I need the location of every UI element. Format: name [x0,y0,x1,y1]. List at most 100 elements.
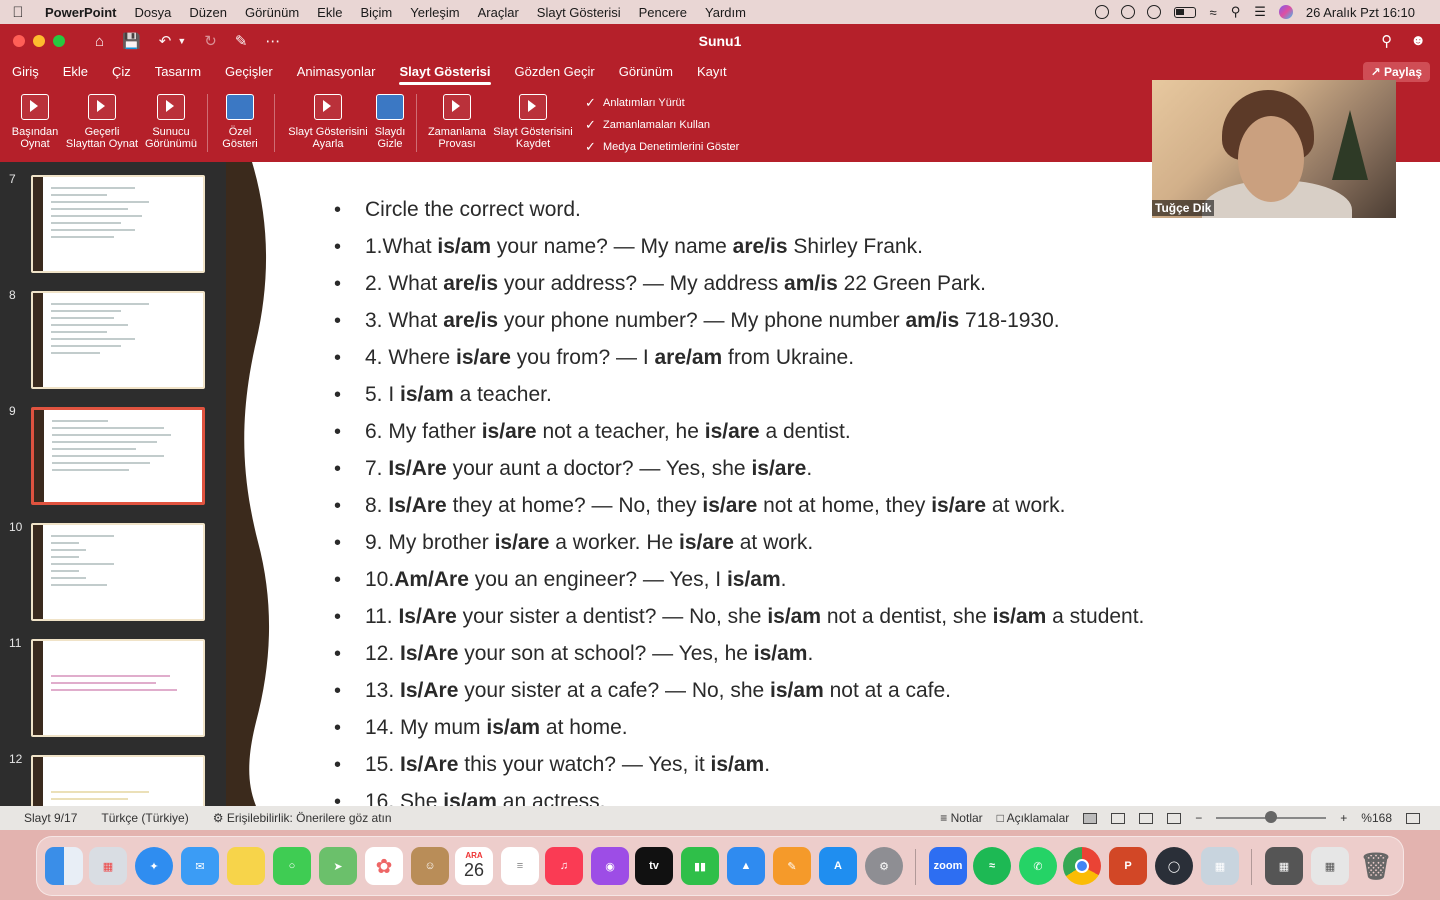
chrome-icon[interactable] [1063,847,1101,885]
messages-icon[interactable]: ○ [273,847,311,885]
language-indicator[interactable]: Türkçe (Türkiye) [89,811,200,825]
zoom-slider-knob[interactable] [1264,811,1277,823]
slide-thumbnail[interactable]: 12 [0,742,226,806]
setup-slideshow-button[interactable]: Slayt Gösterisini Ayarla [284,94,372,150]
preview-icon[interactable]: ▦ [1201,847,1239,885]
apple-icon[interactable]:  [0,4,36,21]
slide-sorter-icon[interactable] [1111,812,1126,824]
slide-editor[interactable]: Circle the correct word. 1.What is/am you… [226,162,1440,806]
share-people-icon[interactable]: ☻ [1410,32,1426,50]
zoom-level[interactable]: %168 [1361,811,1392,825]
documents-stack-icon[interactable]: ▦ [1311,847,1349,885]
hide-slide-button[interactable]: Slaydı Gizle [372,94,408,150]
video-overlay[interactable]: Tuğçe Dik [1152,80,1396,218]
finder-icon[interactable] [45,847,83,885]
bullet-item[interactable]: 16. She is/am an actress. [334,788,1414,806]
normal-view-icon[interactable] [1083,812,1098,824]
show-media-controls-checkbox[interactable]: ✓ Medya Denetimlerini Göster [585,139,739,155]
bullet-item[interactable]: 12. Is/Are your son at school? — Yes, he… [334,640,1414,677]
menu-item-arrange[interactable]: Yerleşim [401,5,468,20]
bullet-item[interactable]: 13. Is/Are your sister at a cafe? — No, … [334,677,1414,714]
music-icon[interactable]: ♫ [545,847,583,885]
quicktime-icon[interactable]: ◯ [1155,847,1193,885]
search-icon[interactable]: ⚲ [1224,4,1248,20]
system-settings-icon[interactable]: ⚙ [865,847,903,885]
creative-cloud-icon[interactable] [1094,5,1109,19]
bullet-item[interactable]: 14. My mum is/am at home. [334,714,1414,751]
siri-icon[interactable] [1278,5,1293,19]
tab-view[interactable]: Görünüm [607,58,685,86]
menu-item-slideshow[interactable]: Slayt Gösterisi [528,5,630,20]
tab-design[interactable]: Tasarım [143,58,213,86]
wifi-icon[interactable]: ≈ [1203,5,1224,20]
custom-show-button[interactable]: Özel Gösteri [214,94,266,150]
current-slide[interactable]: Circle the correct word. 1.What is/am you… [226,162,1440,806]
menu-item-file[interactable]: Dosya [126,5,181,20]
bullet-item[interactable]: 10.Am/Are you an engineer? — Yes, I is/a… [334,566,1414,603]
slide-thumbnail[interactable]: 7 [0,162,226,273]
fullscreen-window-button[interactable] [53,35,65,47]
bullet-item[interactable]: 7. Is/Are your aunt a doctor? — Yes, she… [334,455,1414,492]
tab-review[interactable]: Gözden Geçir [503,58,607,86]
launchpad-icon[interactable]: ▦ [89,847,127,885]
record-slideshow-button[interactable]: Slayt Gösterisini Kaydet [490,94,576,150]
play-status-icon[interactable] [1146,5,1161,19]
user-status-icon[interactable] [1120,5,1135,19]
zoom-slider[interactable] [1216,811,1327,823]
use-timings-checkbox[interactable]: ✓ Zamanlamaları Kullan [585,117,710,133]
tab-slideshow[interactable]: Slayt Gösterisi [387,58,502,86]
menubar-clock[interactable]: 26 Aralık Pzt 16:10 [1299,5,1422,20]
play-from-start-button[interactable]: Başından Oynat [8,94,62,150]
fit-to-window-icon[interactable] [1406,812,1420,824]
safari-icon[interactable]: ✦ [135,847,173,885]
slide-thumbnail[interactable]: 8 [0,278,226,389]
bullet-item[interactable]: 2. What are/is your address? — My addres… [334,270,1414,307]
minimize-window-button[interactable] [33,35,45,47]
slide-thumbnail-selected[interactable]: 9 [0,394,226,505]
redo-icon[interactable]: ↻ [204,32,217,50]
spotify-icon[interactable]: ≈ [973,847,1011,885]
photos-icon[interactable]: ✿ [365,847,403,885]
tab-transitions[interactable]: Geçişler [213,58,285,86]
menu-item-help[interactable]: Yardım [696,5,755,20]
podcasts-icon[interactable]: ◉ [591,847,629,885]
save-icon[interactable]: 💾 [122,32,141,50]
presenter-view-button[interactable]: Sunucu Görünümü [142,94,200,150]
menu-item-tools[interactable]: Araçlar [469,5,528,20]
notes-app-icon[interactable] [227,847,265,885]
slide-thumbnail[interactable]: 10 [0,510,226,621]
menu-item-edit[interactable]: Düzen [180,5,236,20]
menu-item-format[interactable]: Biçim [351,5,401,20]
slideshow-view-icon[interactable] [1167,812,1182,824]
tab-animations[interactable]: Animasyonlar [285,58,388,86]
bullet-item[interactable]: 11. Is/Are your sister a dentist? — No, … [334,603,1414,640]
bullet-list[interactable]: Circle the correct word. 1.What is/am you… [334,196,1414,806]
play-narrations-checkbox[interactable]: ✓ Anlatımları Yürüt [585,95,685,111]
share-button[interactable]: ↗ Paylaş [1362,62,1430,82]
contacts-icon[interactable]: ☺ [411,847,449,885]
bullet-item[interactable]: 1.What is/am your name? — My name are/is… [334,233,1414,270]
menu-item-insert[interactable]: Ekle [308,5,351,20]
more-icon[interactable]: ⋯ [265,32,280,50]
bullet-item[interactable]: 9. My brother is/are a worker. He is/are… [334,529,1414,566]
control-center-icon[interactable]: ☰ [1247,4,1273,20]
comments-button[interactable]: □ Açıklamalar [997,811,1070,825]
trash-icon[interactable]: 🗑 [1357,847,1395,885]
downloads-stack-icon[interactable]: ▦ [1265,847,1303,885]
numbers-icon[interactable]: ▮▮ [681,847,719,885]
undo-icon[interactable]: ↶ [159,32,172,50]
zoom-app-icon[interactable]: zoom [929,847,967,885]
menu-app-name[interactable]: PowerPoint [36,5,126,20]
slide-thumbnails-pane[interactable]: 7 8 9 10 11 12 [0,162,226,806]
pages-icon[interactable]: ✎ [773,847,811,885]
mail-icon[interactable]: ✉ [181,847,219,885]
maps-icon[interactable]: ➤ [319,847,357,885]
reading-view-icon[interactable] [1139,812,1154,824]
close-window-button[interactable] [13,35,25,47]
bullet-item[interactable]: 15. Is/Are this your watch? — Yes, it is… [334,751,1414,788]
battery-icon[interactable] [1173,6,1196,18]
play-from-current-button[interactable]: Geçerli Slayttan Oynat [64,94,140,150]
accessibility-status[interactable]: ⚙ Erişilebilirlik: Önerilere göz atın [201,811,404,825]
zoom-in-button[interactable]: + [1340,811,1347,825]
calendar-icon[interactable]: ARA 26 [455,847,493,885]
